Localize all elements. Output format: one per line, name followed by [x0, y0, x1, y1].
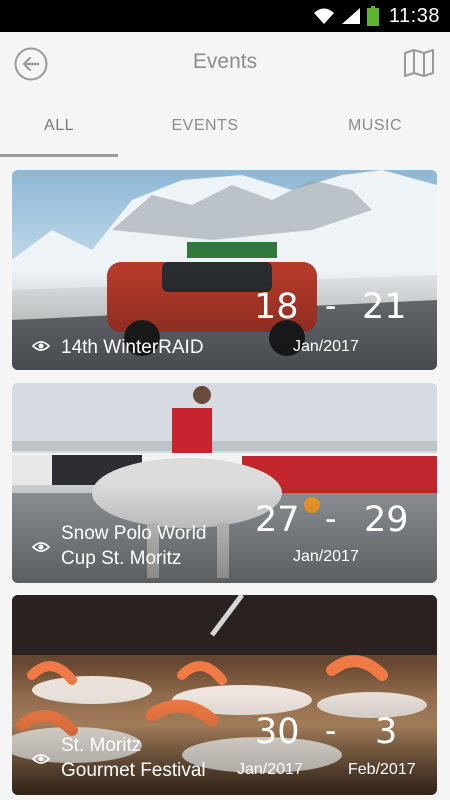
event-card-gourmet-festival[interactable]: St. Moritz Gourmet Festival 30 - 3 Jan/2… — [12, 595, 437, 795]
date-separator: - — [325, 287, 337, 325]
event-name-line1: Snow Polo World — [61, 523, 207, 544]
event-end-month: Jan/2017 — [293, 338, 359, 355]
page-title: Events — [192, 50, 258, 73]
event-end-month: Jan/2017 — [293, 548, 359, 565]
event-start-day: 27 — [255, 500, 300, 540]
signal-icon — [341, 8, 360, 24]
tab-music[interactable]: MUSIC — [300, 94, 450, 158]
tab-all[interactable]: ALL — [0, 94, 118, 158]
battery-icon — [366, 6, 379, 26]
event-start-day: 30 — [255, 712, 300, 752]
event-name-line2: Cup St. Moritz — [61, 548, 182, 569]
event-name-line1: St. Moritz — [61, 735, 142, 756]
event-start-month: Jan/2017 — [237, 761, 303, 778]
tab-events[interactable]: EVENTS — [130, 94, 280, 158]
clock: 11:38 — [388, 4, 440, 27]
eye-icon — [32, 754, 50, 764]
event-card-winterraid[interactable]: 14th WinterRAID 18 - 21 Jan/2017 — [12, 170, 437, 370]
tab-bar: ALL EVENTS MUSIC — [0, 94, 450, 158]
event-name-line2: Gourmet Festival — [61, 760, 206, 781]
event-end-day: 3 — [375, 712, 398, 752]
app-bar: Events — [0, 32, 450, 94]
date-separator: - — [325, 500, 337, 538]
event-end-day: 21 — [362, 287, 407, 327]
tab-indicator — [0, 154, 118, 157]
date-separator: - — [325, 712, 337, 750]
eye-icon — [32, 542, 50, 552]
status-bar: 11:38 — [0, 0, 450, 32]
event-end-month: Feb/2017 — [348, 761, 416, 778]
event-start-day: 18 — [254, 287, 299, 327]
event-card-snow-polo[interactable]: Snow Polo World Cup St. Moritz 27 - 29 J… — [12, 383, 437, 583]
status-icons: 11:38 — [313, 4, 440, 28]
event-name: 14th WinterRAID — [61, 337, 204, 358]
map-icon[interactable] — [403, 47, 435, 79]
eye-icon — [32, 341, 50, 351]
wifi-icon — [313, 8, 334, 24]
event-end-day: 29 — [364, 500, 409, 540]
